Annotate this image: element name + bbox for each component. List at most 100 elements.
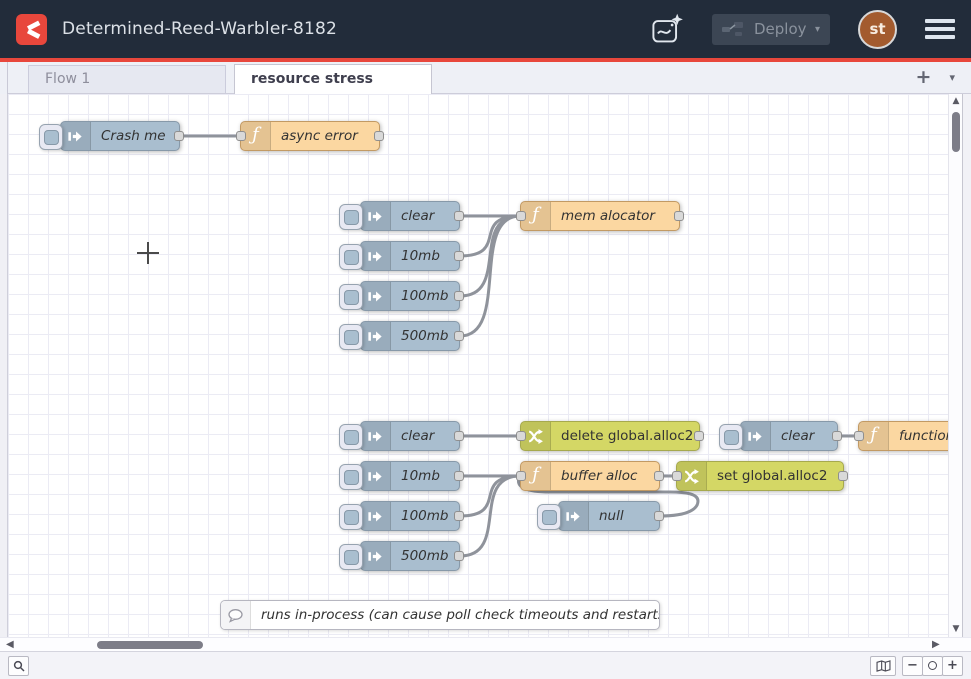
search-flows-button[interactable] (8, 656, 29, 676)
output-port[interactable] (174, 131, 184, 141)
inject-trigger-button[interactable] (339, 204, 363, 230)
output-port[interactable] (454, 291, 464, 301)
function-mem-alocator[interactable]: ƒmem alocator (520, 201, 680, 231)
node-label: Crash me (91, 122, 175, 150)
inject-icon (559, 502, 589, 530)
inject-clear-1[interactable]: clear (360, 201, 460, 231)
deploy-dropdown-arrow[interactable]: ▾ (815, 24, 820, 35)
output-port[interactable] (654, 511, 664, 521)
flowfuse-logo-icon[interactable] (16, 14, 47, 45)
output-port[interactable] (454, 471, 464, 481)
input-port[interactable] (236, 131, 246, 141)
change-set-global-alloc2[interactable]: set global.alloc2 (676, 461, 844, 491)
ai-assistant-icon[interactable] (650, 12, 684, 46)
output-port[interactable] (454, 331, 464, 341)
inject-icon (361, 322, 391, 350)
inject-clear-3[interactable]: clear (740, 421, 838, 451)
tab-resource-stress[interactable]: resource stress (234, 64, 432, 94)
wires-layer (8, 94, 948, 637)
scroll-up-icon[interactable]: ▲ (949, 96, 963, 106)
zoom-reset-icon (928, 661, 937, 670)
scroll-right-icon[interactable]: ▶ (932, 639, 940, 650)
inject-500mb-2[interactable]: 500mb (360, 541, 460, 571)
inject-10mb-1[interactable]: 10mb (360, 241, 460, 271)
user-avatar[interactable]: st (858, 10, 897, 49)
inject-clear-2[interactable]: clear (360, 421, 460, 451)
inject-10mb-2[interactable]: 10mb (360, 461, 460, 491)
zoom-out-button[interactable]: − (902, 656, 923, 676)
inject-trigger-button[interactable] (339, 284, 363, 310)
inject-trigger-button[interactable] (537, 504, 561, 530)
node-label: 10mb (391, 462, 449, 490)
scroll-down-icon[interactable]: ▼ (949, 624, 963, 634)
add-flow-button[interactable]: + (916, 68, 932, 87)
deploy-button[interactable]: Deploy ▾ (712, 14, 830, 45)
navigator-toggle-button[interactable] (870, 656, 896, 676)
output-port[interactable] (674, 211, 684, 221)
node-label: 100mb (391, 282, 458, 310)
output-port[interactable] (374, 131, 384, 141)
output-port[interactable] (454, 431, 464, 441)
node-label: function (889, 422, 948, 450)
inject-trigger-button[interactable] (719, 424, 743, 450)
inject-trigger-square (344, 290, 359, 305)
horizontal-scrollbar-thumb[interactable] (97, 641, 203, 649)
scroll-left-icon[interactable]: ◀ (6, 639, 14, 650)
zoom-reset-button[interactable] (922, 656, 943, 676)
node-label: null (589, 502, 633, 530)
main-menu-icon[interactable] (925, 19, 955, 39)
palette-edge-top (0, 62, 8, 94)
output-port[interactable] (838, 471, 848, 481)
input-port[interactable] (672, 471, 682, 481)
flow-canvas[interactable]: Crash me ƒasync error clear 10mb 100mb 500mb ƒ… (8, 94, 948, 637)
horizontal-scrollbar[interactable]: ◀ ▶ (0, 637, 971, 651)
node-label: 10mb (391, 242, 449, 270)
function-buffer-alloc[interactable]: ƒbuffer alloc (520, 461, 660, 491)
deploy-label: Deploy (754, 20, 807, 38)
function-async-error[interactable]: ƒasync error (240, 121, 380, 151)
input-port[interactable] (516, 211, 526, 221)
inject-crash-me[interactable]: Crash me (60, 121, 180, 151)
tab-flow-1[interactable]: Flow 1 (28, 65, 226, 93)
inject-null[interactable]: null (558, 501, 660, 531)
inject-trigger-button[interactable] (339, 424, 363, 450)
instance-title: Determined-Reed-Warbler-8182 (62, 19, 337, 39)
comment-runs-in-process[interactable]: runs in-process (can cause poll check ti… (220, 600, 660, 630)
output-port[interactable] (694, 431, 704, 441)
inject-trigger-button[interactable] (39, 124, 63, 150)
output-port[interactable] (454, 251, 464, 261)
inject-trigger-button[interactable] (339, 544, 363, 570)
inject-icon (361, 422, 391, 450)
inject-trigger-square (344, 330, 359, 345)
inject-500mb-1[interactable]: 500mb (360, 321, 460, 351)
input-port[interactable] (854, 431, 864, 441)
collapsed-palette[interactable] (0, 94, 8, 637)
output-port[interactable] (454, 211, 464, 221)
inject-trigger-button[interactable] (339, 504, 363, 530)
vertical-scrollbar[interactable]: ▲ ▼ (948, 94, 962, 637)
inject-100mb-1[interactable]: 100mb (360, 281, 460, 311)
output-port[interactable] (832, 431, 842, 441)
comment-icon (221, 601, 251, 629)
map-navigator-icon (876, 660, 891, 672)
node-label: delete global.alloc2 (551, 422, 699, 450)
output-port[interactable] (454, 551, 464, 561)
deploy-icon (722, 21, 744, 37)
sidebar-splitter[interactable] (962, 94, 971, 637)
input-port[interactable] (516, 471, 526, 481)
output-port[interactable] (654, 471, 664, 481)
output-port[interactable] (454, 511, 464, 521)
flow-list-dropdown-icon[interactable]: ▾ (949, 71, 955, 84)
vertical-scrollbar-thumb[interactable] (952, 112, 960, 152)
input-port[interactable] (516, 431, 526, 441)
inject-trigger-button[interactable] (339, 324, 363, 350)
function-function[interactable]: ƒfunction (858, 421, 948, 451)
inject-100mb-2[interactable]: 100mb (360, 501, 460, 531)
flow-tabbar: Flow 1 resource stress + ▾ (0, 62, 971, 94)
inject-trigger-button[interactable] (339, 464, 363, 490)
inject-trigger-button[interactable] (339, 244, 363, 270)
node-label: 500mb (391, 322, 458, 350)
node-label: clear (391, 422, 443, 450)
zoom-in-button[interactable]: + (942, 656, 963, 676)
change-delete-global-alloc2[interactable]: delete global.alloc2 (520, 421, 700, 451)
